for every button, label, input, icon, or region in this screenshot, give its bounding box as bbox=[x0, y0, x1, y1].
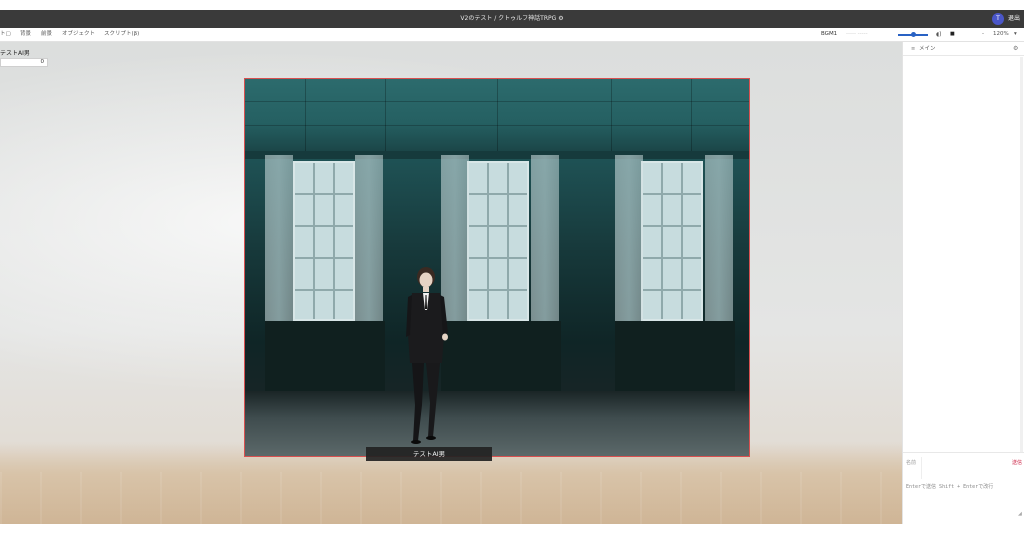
menu-item-script[interactable]: スクリプト(β) bbox=[104, 28, 139, 41]
character-name-label: テストAI男 bbox=[0, 50, 30, 57]
ceiling-line bbox=[245, 101, 749, 102]
curtain bbox=[265, 155, 293, 330]
floor-planks bbox=[0, 472, 902, 524]
chat-name-field[interactable]: 名前 bbox=[906, 459, 920, 477]
title-bar: V2のテスト / クトゥルフ神話TRPG ⚙ T 退出 bbox=[0, 10, 1024, 28]
menu-icon[interactable]: ≡ bbox=[911, 42, 915, 56]
character-nameplate[interactable]: テストAI男 bbox=[366, 447, 492, 461]
character-standee[interactable] bbox=[400, 265, 452, 445]
send-button[interactable]: 送信 bbox=[1012, 459, 1022, 477]
scene-foreground-image[interactable] bbox=[244, 78, 750, 457]
volume-slider[interactable] bbox=[898, 32, 928, 37]
room-window bbox=[467, 161, 529, 321]
room-beam bbox=[245, 151, 749, 159]
window-sill bbox=[615, 321, 735, 391]
ceiling-line bbox=[305, 79, 306, 151]
room-floor bbox=[245, 391, 749, 456]
volume-slider-knob[interactable] bbox=[911, 32, 916, 37]
menu-item-background[interactable]: 背景 bbox=[20, 28, 31, 41]
resize-handle-icon[interactable]: ◢ bbox=[1018, 511, 1022, 517]
bottom-strip bbox=[0, 524, 1024, 538]
window-sill bbox=[441, 321, 561, 391]
curtain bbox=[705, 155, 733, 330]
menu-bar: ト▢ 背景 前景 オブジェクト スクリプト(β) BGM1 ----- ----… bbox=[0, 28, 1024, 42]
tab-main[interactable]: ≡ メイン ⚙ bbox=[903, 42, 1024, 56]
speaker-icon[interactable]: ◖) bbox=[936, 28, 942, 41]
zoom-value[interactable]: 120% bbox=[993, 28, 1009, 41]
curtain bbox=[615, 155, 643, 330]
bgm-track-name: ----- ----- bbox=[846, 31, 868, 37]
stop-icon[interactable]: ■ bbox=[950, 28, 955, 41]
chat-input-area: 名前 送信 Enterで送信 Shift + Enterで改行 ◢ bbox=[903, 452, 1024, 520]
menu-item-objects[interactable]: オブジェクト bbox=[62, 28, 95, 41]
chat-log[interactable] bbox=[903, 57, 1024, 452]
room-ceiling bbox=[245, 79, 749, 151]
menu-item-scene[interactable]: ト▢ bbox=[0, 28, 11, 41]
chat-input-hint: Enterで送信 Shift + Enterで改行 bbox=[906, 484, 994, 490]
chat-panel: ≡ メイン ⚙ 名前 送信 Enterで送信 Shift + Enterで改行 … bbox=[902, 42, 1024, 524]
zoom-out-button[interactable]: - bbox=[982, 28, 984, 41]
ceiling-line bbox=[497, 79, 498, 151]
chat-scrollbar[interactable] bbox=[1020, 57, 1023, 452]
tab-main-label: メイン bbox=[919, 46, 936, 52]
app-root: V2のテスト / クトゥルフ神話TRPG ⚙ T 退出 ト▢ 背景 前景 オブジ… bbox=[0, 0, 1024, 538]
user-avatar[interactable]: T bbox=[992, 13, 1004, 25]
menu-item-foreground[interactable]: 前景 bbox=[41, 28, 52, 41]
ceiling-line bbox=[245, 125, 749, 126]
gear-icon[interactable]: ⚙ bbox=[1013, 42, 1018, 56]
room-window bbox=[293, 161, 355, 321]
character-value-field[interactable]: 0 bbox=[0, 58, 48, 67]
zoom-dropdown-icon[interactable]: ▾ bbox=[1014, 28, 1017, 41]
ceiling-line bbox=[611, 79, 612, 151]
chat-message-input[interactable] bbox=[921, 457, 1011, 479]
curtain bbox=[531, 155, 559, 330]
curtain bbox=[355, 155, 383, 330]
window-sill bbox=[265, 321, 385, 391]
bgm-label[interactable]: BGM1 bbox=[821, 28, 837, 41]
ceiling-line bbox=[691, 79, 692, 151]
ceiling-line bbox=[385, 79, 386, 151]
room-title[interactable]: V2のテスト / クトゥルフ神話TRPG ⚙ bbox=[0, 10, 1024, 28]
exit-button[interactable]: 退出 bbox=[1008, 10, 1020, 28]
room-window bbox=[641, 161, 703, 321]
